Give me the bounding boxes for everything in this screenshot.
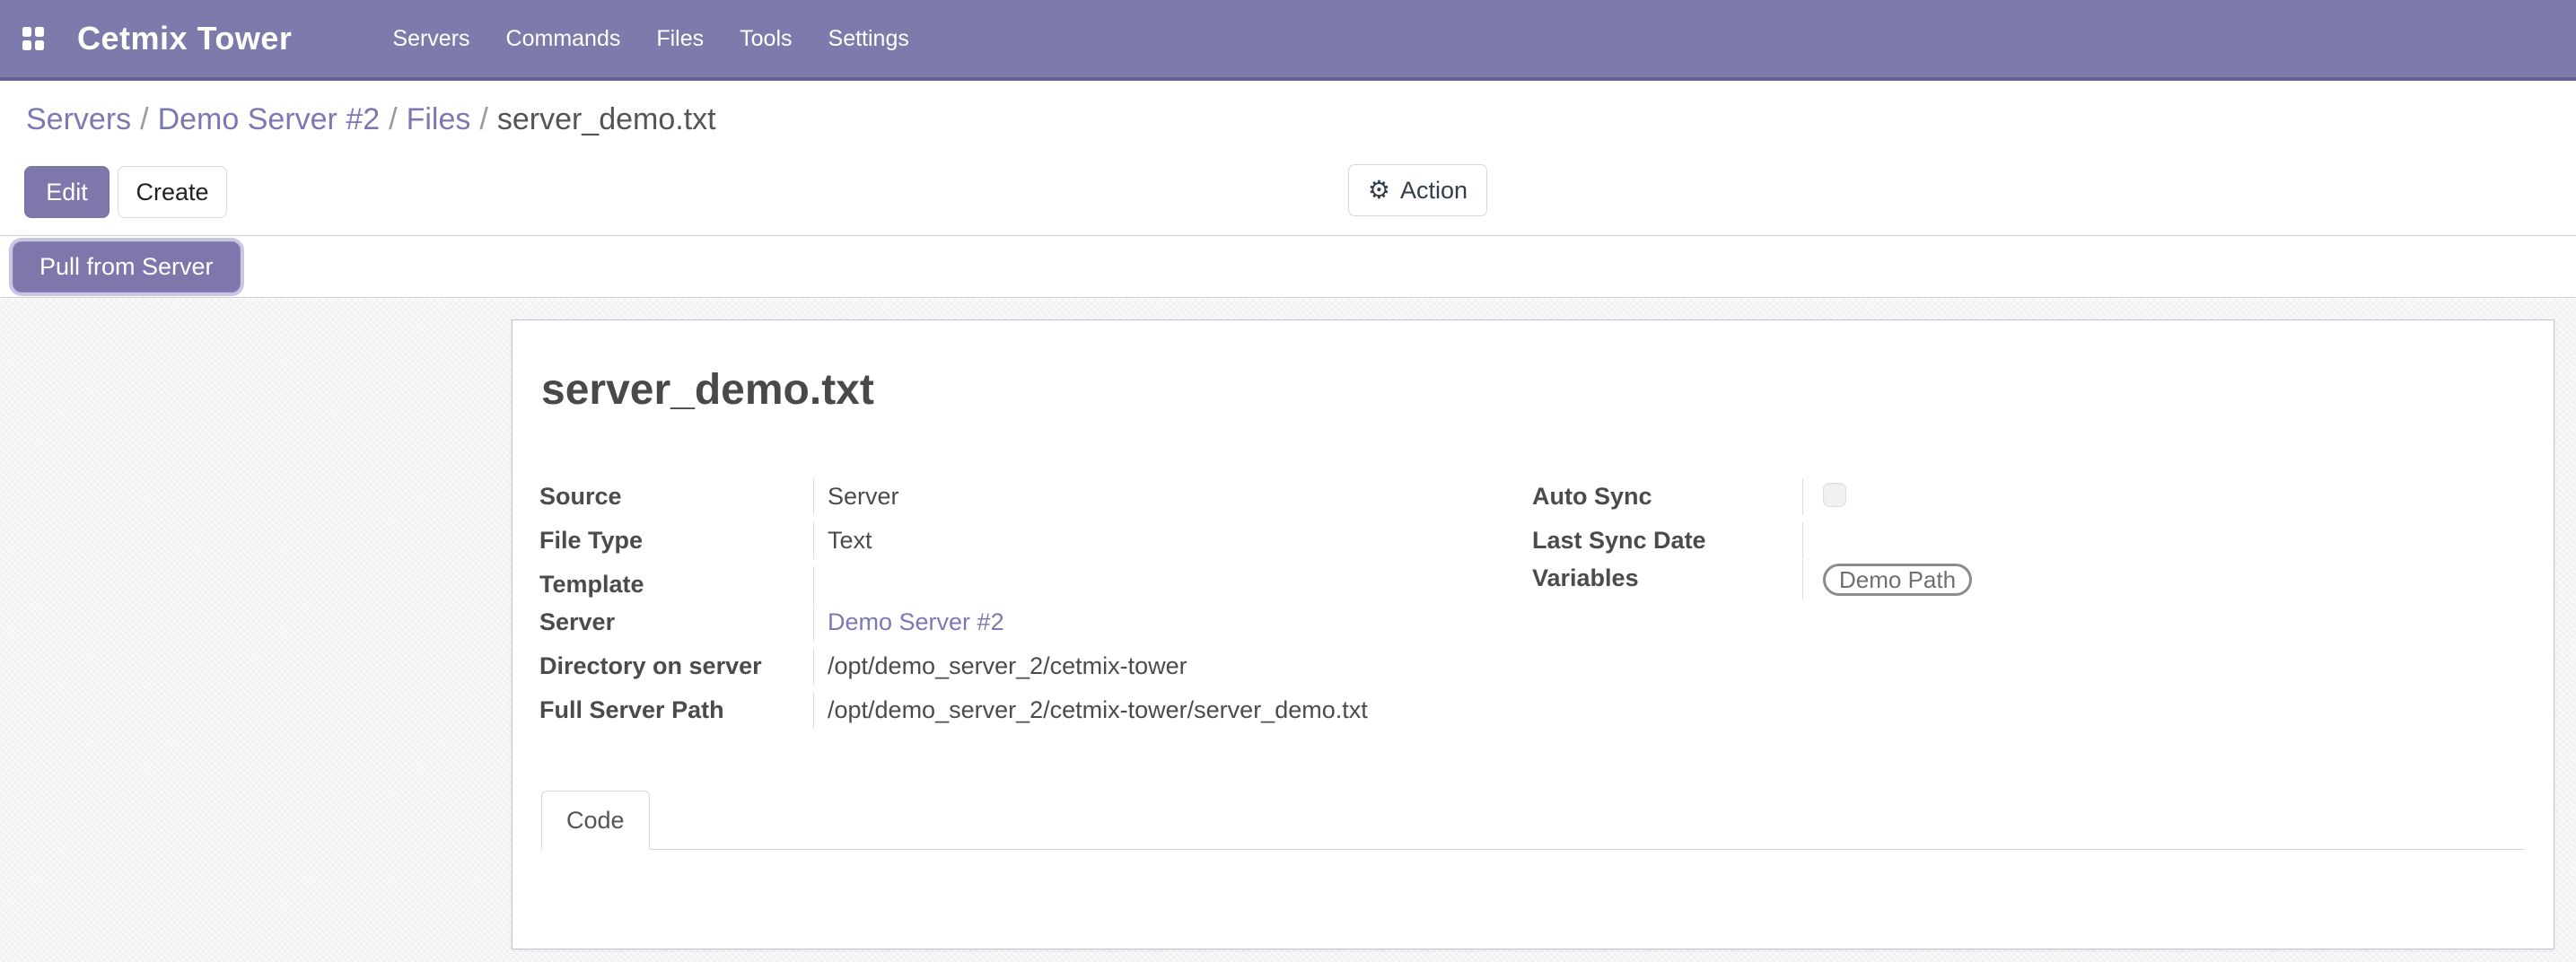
breadcrumb-separator: / xyxy=(140,102,148,136)
field-value-variables: Demo Path xyxy=(1802,560,2502,599)
field-value-directory: /opt/demo_server_2/cetmix-tower xyxy=(813,648,1509,685)
field-row-variables: Variables Demo Path xyxy=(1532,560,2502,604)
edit-button[interactable]: Edit xyxy=(24,166,110,218)
field-label-auto-sync: Auto Sync xyxy=(1532,478,1802,512)
breadcrumb-separator: / xyxy=(389,102,397,136)
field-label-full-path: Full Server Path xyxy=(539,692,813,725)
nav-item-settings[interactable]: Settings xyxy=(828,26,909,52)
create-button[interactable]: Create xyxy=(118,166,227,218)
field-row-full-path: Full Server Path /opt/demo_server_2/cetm… xyxy=(539,692,1509,736)
top-navbar: Cetmix Tower Servers Commands Files Tool… xyxy=(0,0,2576,81)
brand-title[interactable]: Cetmix Tower xyxy=(77,20,292,57)
tab-code[interactable]: Code xyxy=(541,791,650,850)
action-button[interactable]: ⚙ Action xyxy=(1348,164,1487,216)
field-value-full-path: /opt/demo_server_2/cetmix-tower/server_d… xyxy=(813,692,1509,729)
file-title: server_demo.txt xyxy=(541,365,874,415)
nav-item-files[interactable]: Files xyxy=(656,26,704,52)
field-label-last-sync-date: Last Sync Date xyxy=(1532,522,1802,555)
field-value-template xyxy=(813,566,1509,603)
form-sheet: server_demo.txt Source Server File Type … xyxy=(512,319,2554,949)
breadcrumb-link-files[interactable]: Files xyxy=(407,102,471,136)
server-link[interactable]: Demo Server #2 xyxy=(828,608,1004,635)
field-label-source: Source xyxy=(539,478,813,512)
nav-menu: Servers Commands Files Tools Settings xyxy=(392,26,908,52)
content-background: server_demo.txt Source Server File Type … xyxy=(0,299,2576,962)
breadcrumb-separator: / xyxy=(479,102,487,136)
field-value-auto-sync xyxy=(1802,478,2502,515)
field-label-file-type: File Type xyxy=(539,522,813,555)
app-window: Cetmix Tower Servers Commands Files Tool… xyxy=(0,0,2576,962)
apps-grid-icon[interactable] xyxy=(22,27,44,50)
breadcrumb-link-demo-server[interactable]: Demo Server #2 xyxy=(158,102,381,136)
action-buttons-row: Pull from Server xyxy=(0,237,2576,298)
field-value-server: Demo Server #2 xyxy=(813,604,1509,641)
field-row-file-type: File Type Text xyxy=(539,522,1509,566)
field-label-server: Server xyxy=(539,604,813,637)
field-row-server: Server Demo Server #2 xyxy=(539,604,1509,648)
variable-tag[interactable]: Demo Path xyxy=(1823,564,1972,596)
action-button-label: Action xyxy=(1400,177,1468,205)
field-label-template: Template xyxy=(539,566,813,599)
field-value-source: Server xyxy=(813,478,1509,515)
field-group-left: Source Server File Type Text Template Se… xyxy=(539,478,1509,736)
breadcrumb-link-servers[interactable]: Servers xyxy=(26,102,131,136)
gear-icon: ⚙ xyxy=(1368,178,1390,203)
field-row-source: Source Server xyxy=(539,478,1509,522)
notebook: Code xyxy=(541,790,2525,850)
pull-from-server-button[interactable]: Pull from Server xyxy=(13,241,241,293)
control-panel: Servers/Demo Server #2/Files/server_demo… xyxy=(0,84,2576,236)
field-value-file-type: Text xyxy=(813,522,1509,559)
auto-sync-checkbox[interactable] xyxy=(1823,483,1846,507)
field-value-last-sync-date xyxy=(1802,522,2502,559)
field-row-directory: Directory on server /opt/demo_server_2/c… xyxy=(539,648,1509,692)
field-label-directory: Directory on server xyxy=(539,648,813,681)
nav-item-tools[interactable]: Tools xyxy=(740,26,792,52)
nav-item-commands[interactable]: Commands xyxy=(506,26,621,52)
field-row-template: Template xyxy=(539,566,1509,604)
breadcrumb: Servers/Demo Server #2/Files/server_demo… xyxy=(26,102,716,137)
tab-strip: Code xyxy=(541,790,2525,850)
breadcrumb-current: server_demo.txt xyxy=(497,102,716,136)
field-label-variables: Variables xyxy=(1532,560,1802,593)
field-row-auto-sync: Auto Sync xyxy=(1532,478,2502,522)
field-group-right: Auto Sync Last Sync Date Variables Demo … xyxy=(1532,478,2502,604)
nav-item-servers[interactable]: Servers xyxy=(392,26,469,52)
field-row-last-sync-date: Last Sync Date xyxy=(1532,522,2502,560)
